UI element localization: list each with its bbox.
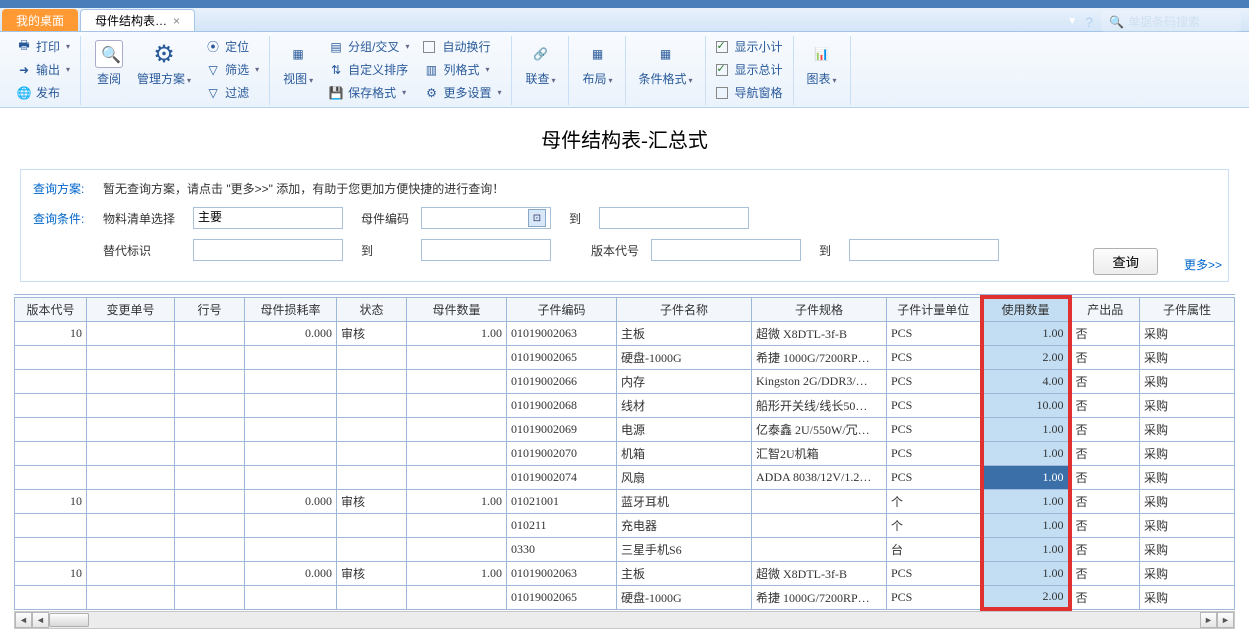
horizontal-scrollbar[interactable]: ◄ ◄ ► ► [14,611,1235,629]
print-icon [16,39,32,55]
group-button[interactable]: ▤分组/交叉▾ [324,36,413,57]
filter-button[interactable]: ▽筛选▾ [201,59,263,80]
bom-select-input[interactable]: 主要 [193,207,343,229]
alt-flag-to-input[interactable] [421,239,551,261]
save-fmt-button[interactable]: 💾保存格式▾ [324,82,413,103]
colfmt-button[interactable]: ▥列格式▾ [419,59,505,80]
column-header[interactable]: 母件损耗率 [245,297,337,321]
grid-icon: ▦ [282,38,314,70]
checkbox-icon [716,41,728,53]
print-button[interactable]: 打印▾ [12,36,74,57]
column-header[interactable]: 子件名称 [617,297,752,321]
condfmt-button[interactable]: ▦条件格式▾ [632,36,698,89]
moreset-button[interactable]: ⚙更多设置▾ [419,82,505,103]
gear-icon: ⚙ [423,85,439,101]
table-row[interactable]: 010211充电器个1.00否采购 [15,513,1235,537]
version-to-input[interactable] [849,239,999,261]
column-header[interactable]: 母件数量 [407,297,507,321]
locate-button[interactable]: ⦿定位 [201,36,263,57]
group-icon: ▤ [328,39,344,55]
funnel-icon: ▽ [205,62,221,78]
data-table: 版本代号变更单号行号母件损耗率状态母件数量子件编码子件名称子件规格子件计量单位使… [14,294,1235,611]
table-row[interactable]: 01019002074风扇ADDA 8038/12V/1.2…PCS1.00否采… [15,465,1235,489]
funnel-icon: ▽ [205,85,221,101]
column-header[interactable]: 子件计量单位 [887,297,982,321]
autowrap-check[interactable]: 自动换行 [419,36,505,57]
table-row[interactable]: 01019002065硬盘-1000G希捷 1000G/7200RP…PCS2.… [15,345,1235,369]
locate-icon: ⦿ [205,39,221,55]
condfmt-icon: ▦ [650,38,682,70]
table-row[interactable]: 01019002069电源亿泰鑫 2U/550W/冗…PCS1.00否采购 [15,417,1235,441]
publish-button[interactable]: 发布 [12,82,74,103]
column-header[interactable]: 变更单号 [87,297,175,321]
tab-desktop[interactable]: 我的桌面 [2,9,78,31]
subtotal-check[interactable]: 显示小计 [712,36,787,57]
query-submit-button[interactable]: 查询 [1093,248,1158,275]
parent-code-input[interactable]: ⊡ [421,207,551,229]
ribbon: 打印▾ 输出▾ 发布 查阅 ⚙管理方案▾ ⦿定位 ▽筛选▾ ▽过滤 ▦视图▾ ▤… [0,32,1249,108]
table-row[interactable]: 01019002066内存Kingston 2G/DDR3/…PCS4.00否采… [15,369,1235,393]
grandtotal-check[interactable]: 显示总计 [712,59,787,80]
gear-icon: ⚙ [148,38,180,70]
sort-button[interactable]: ⇅自定义排序 [324,59,413,80]
view-button[interactable]: ▦视图▾ [276,36,320,103]
barcode-search[interactable]: 🔍 单据条码搜索 [1101,11,1241,32]
version-input[interactable] [651,239,801,261]
chart-icon: 📊 [806,38,838,70]
query-plan-tip: 暂无查询方案，请点击 "更多>>" 添加，有助于您更加方便快捷的进行查询！ [103,180,504,197]
scroll-thumb[interactable] [49,613,89,627]
query-panel: 查询方案: 暂无查询方案，请点击 "更多>>" 添加，有助于您更加方便快捷的进行… [20,169,1229,282]
page-title: 母件结构表-汇总式 [0,108,1249,169]
column-header[interactable]: 状态 [337,297,407,321]
picker-icon[interactable]: ⊡ [528,209,546,227]
table-row[interactable]: 01019002065硬盘-1000G希捷 1000G/7200RP…PCS2.… [15,585,1235,609]
filter2-button[interactable]: ▽过滤 [201,82,263,103]
column-header[interactable]: 使用数量 [982,297,1070,321]
query-cond-label: 查询条件: [33,210,103,227]
sort-icon: ⇅ [328,62,344,78]
query-plan-label: 查询方案: [33,180,103,197]
column-header[interactable]: 子件规格 [752,297,887,321]
checkbox-icon [716,87,728,99]
search-icon: 🔍 [1109,15,1124,29]
table-row[interactable]: 01019002068线材船形开关线/线长50…PCS10.00否采购 [15,393,1235,417]
column-header[interactable]: 子件属性 [1140,297,1235,321]
column-header[interactable]: 子件编码 [507,297,617,321]
search-icon [93,38,125,70]
link-icon: 🔗 [524,38,556,70]
manage-plan-button[interactable]: ⚙管理方案▾ [131,36,197,103]
help-icon[interactable]: ? [1085,14,1093,30]
layout-button[interactable]: ▦布局▾ [575,36,619,89]
checkbox-icon [716,64,728,76]
save-icon: 💾 [328,85,344,101]
link-button[interactable]: 🔗联查▾ [518,36,562,89]
table-row[interactable]: 100.000审核1.0001019002063主板超微 X8DTL-3f-BP… [15,321,1235,345]
alt-flag-input[interactable] [193,239,343,261]
more-link[interactable]: 更多>> [1184,256,1222,273]
column-header[interactable]: 行号 [175,297,245,321]
column-header[interactable]: 产出品 [1070,297,1140,321]
table-row[interactable]: 0330三星手机S6台1.00否采购 [15,537,1235,561]
column-icon: ▥ [423,62,439,78]
layout-icon: ▦ [581,38,613,70]
table-row[interactable]: 01019002070机箱汇智2U机箱PCS1.00否采购 [15,441,1235,465]
parent-code-to-input[interactable] [599,207,749,229]
tab-strip: 我的桌面 母件结构表…× ▼ ? 🔍 单据条码搜索 [0,8,1249,32]
tab-main[interactable]: 母件结构表…× [80,9,195,31]
publish-icon [16,85,32,101]
export-icon [16,62,32,78]
column-header[interactable]: 版本代号 [15,297,87,321]
checkbox-icon [423,41,435,53]
dropdown-icon[interactable]: ▼ [1067,16,1077,27]
export-button[interactable]: 输出▾ [12,59,74,80]
table-row[interactable]: 100.000审核1.0001019002063主板超微 X8DTL-3f-BP… [15,561,1235,585]
close-icon[interactable]: × [173,14,180,28]
chart-button[interactable]: 📊图表▾ [800,36,844,89]
query-button[interactable]: 查阅 [87,36,131,103]
navpane-check[interactable]: 导航窗格 [712,82,787,103]
table-row[interactable]: 100.000审核1.0001021001蓝牙耳机个1.00否采购 [15,489,1235,513]
